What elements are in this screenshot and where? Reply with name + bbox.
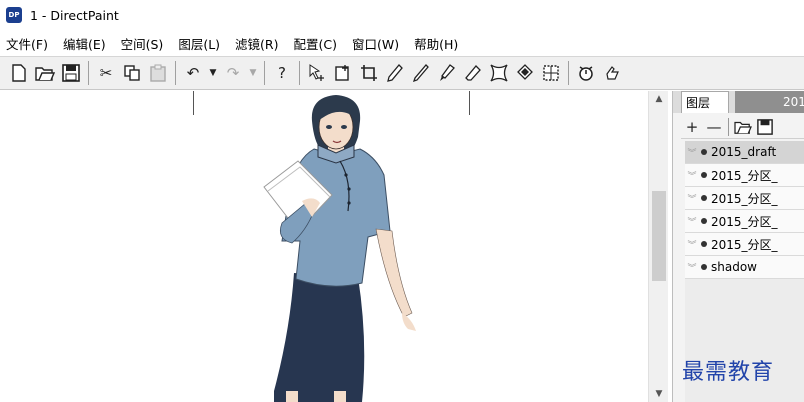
transform-icon[interactable] xyxy=(486,60,512,86)
layer-name: shadow xyxy=(711,260,757,274)
layer-visibility-dot-icon[interactable] xyxy=(701,264,707,270)
tab-layers[interactable]: 图层 xyxy=(681,91,729,113)
menu-filter[interactable]: 滤镜(R) xyxy=(231,34,282,53)
menu-help[interactable]: 帮助(H) xyxy=(410,34,462,53)
timer-icon[interactable] xyxy=(573,60,599,86)
move-selection-icon[interactable] xyxy=(304,60,330,86)
window-title: 1 - DirectPaint xyxy=(30,7,119,23)
fill-bucket-icon[interactable] xyxy=(512,60,538,86)
layer-visibility-dot-icon[interactable] xyxy=(701,241,707,247)
layer-row[interactable]: ︾ 2015_draft xyxy=(685,141,804,164)
menu-config[interactable]: 配置(C) xyxy=(289,34,340,53)
add-layer-icon[interactable]: + xyxy=(681,116,703,138)
layer-name: 2015_分区_ xyxy=(711,168,778,183)
layer-row[interactable]: ︾ 2015_分区_ xyxy=(685,210,804,233)
grid-select-icon[interactable] xyxy=(538,60,564,86)
layer-expand-chevron-icon[interactable]: ︾ xyxy=(685,146,699,159)
remove-layer-icon[interactable]: — xyxy=(703,116,725,138)
layer-expand-chevron-icon[interactable]: ︾ xyxy=(685,238,699,251)
layer-visibility-dot-icon[interactable] xyxy=(701,149,707,155)
main-toolbar: ✂ ↶ ▼ ↷ ▼ ? xyxy=(0,56,804,90)
panel-tab-bar: 图层 201 xyxy=(673,91,804,113)
title-bar: DP 1 - DirectPaint xyxy=(0,0,804,30)
layer-list: ︾ 2015_draft ︾ 2015_分区_ ︾ 2015_分区_ ︾ 201… xyxy=(685,141,804,279)
layer-visibility-dot-icon[interactable] xyxy=(701,172,707,178)
character-illustration xyxy=(263,95,416,402)
layer-row[interactable]: ︾ 2015_分区_ xyxy=(685,164,804,187)
layer-row[interactable]: ︾ shadow xyxy=(685,256,804,279)
open-folder-icon[interactable] xyxy=(32,60,58,86)
crop-add-icon[interactable] xyxy=(330,60,356,86)
toolbar-separator xyxy=(88,61,89,85)
menu-bar: 文件(F) 编辑(E) 空间(S) 图层(L) 滤镜(R) 配置(C) 窗口(W… xyxy=(0,32,804,54)
eraser-icon[interactable] xyxy=(460,60,486,86)
scroll-down-icon[interactable]: ▼ xyxy=(649,386,669,402)
layer-row[interactable]: ︾ 2015_分区_ xyxy=(685,187,804,210)
save-disk-icon[interactable] xyxy=(754,116,776,138)
pen-icon[interactable] xyxy=(408,60,434,86)
menu-edit[interactable]: 编辑(E) xyxy=(59,34,110,53)
undo-icon[interactable]: ↶ xyxy=(180,60,206,86)
help-icon[interactable]: ? xyxy=(269,60,295,86)
scroll-thumb[interactable] xyxy=(652,191,666,281)
layer-visibility-dot-icon[interactable] xyxy=(701,195,707,201)
menu-layer[interactable]: 图层(L) xyxy=(174,34,224,53)
panel-toolbar-separator xyxy=(728,117,729,136)
hand-icon[interactable] xyxy=(599,60,625,86)
save-disk-icon[interactable] xyxy=(58,60,84,86)
layer-expand-chevron-icon[interactable]: ︾ xyxy=(685,169,699,182)
tab-document[interactable]: 201 xyxy=(735,91,804,113)
new-document-icon[interactable] xyxy=(6,60,32,86)
layer-visibility-dot-icon[interactable] xyxy=(701,218,707,224)
layer-expand-chevron-icon[interactable]: ︾ xyxy=(685,215,699,228)
toolbar-separator xyxy=(264,61,265,85)
paste-icon[interactable] xyxy=(145,60,171,86)
layer-expand-chevron-icon[interactable]: ︾ xyxy=(685,192,699,205)
toolbar-separator xyxy=(175,61,176,85)
pencil-icon[interactable] xyxy=(382,60,408,86)
toolbar-separator xyxy=(299,61,300,85)
layer-name: 2015_draft xyxy=(711,145,777,159)
redo-icon[interactable]: ↷ xyxy=(220,60,246,86)
layer-name: 2015_分区_ xyxy=(711,214,778,229)
scroll-up-icon[interactable]: ▲ xyxy=(649,91,669,107)
open-folder-icon[interactable] xyxy=(732,116,754,138)
menu-file[interactable]: 文件(F) xyxy=(2,34,52,53)
app-logo-icon: DP xyxy=(6,7,22,23)
canvas-vertical-scrollbar[interactable]: ▲ ▼ xyxy=(648,91,668,402)
redo-dropdown-icon[interactable]: ▼ xyxy=(246,60,260,86)
drawing-canvas[interactable] xyxy=(0,91,648,402)
layer-expand-chevron-icon[interactable]: ︾ xyxy=(685,261,699,274)
menu-space[interactable]: 空间(S) xyxy=(117,34,168,53)
menu-window[interactable]: 窗口(W) xyxy=(348,34,403,53)
layers-toolbar: + — xyxy=(681,115,804,139)
toolbar-separator xyxy=(568,61,569,85)
crop-icon[interactable] xyxy=(356,60,382,86)
copy-icon[interactable] xyxy=(119,60,145,86)
layer-name: 2015_分区_ xyxy=(711,191,778,206)
undo-dropdown-icon[interactable]: ▼ xyxy=(206,60,220,86)
brush-icon[interactable] xyxy=(434,60,460,86)
watermark: 最需教育 xyxy=(682,360,775,385)
layer-row[interactable]: ︾ 2015_分区_ xyxy=(685,233,804,256)
cut-icon[interactable]: ✂ xyxy=(93,60,119,86)
layer-name: 2015_分区_ xyxy=(711,237,778,252)
